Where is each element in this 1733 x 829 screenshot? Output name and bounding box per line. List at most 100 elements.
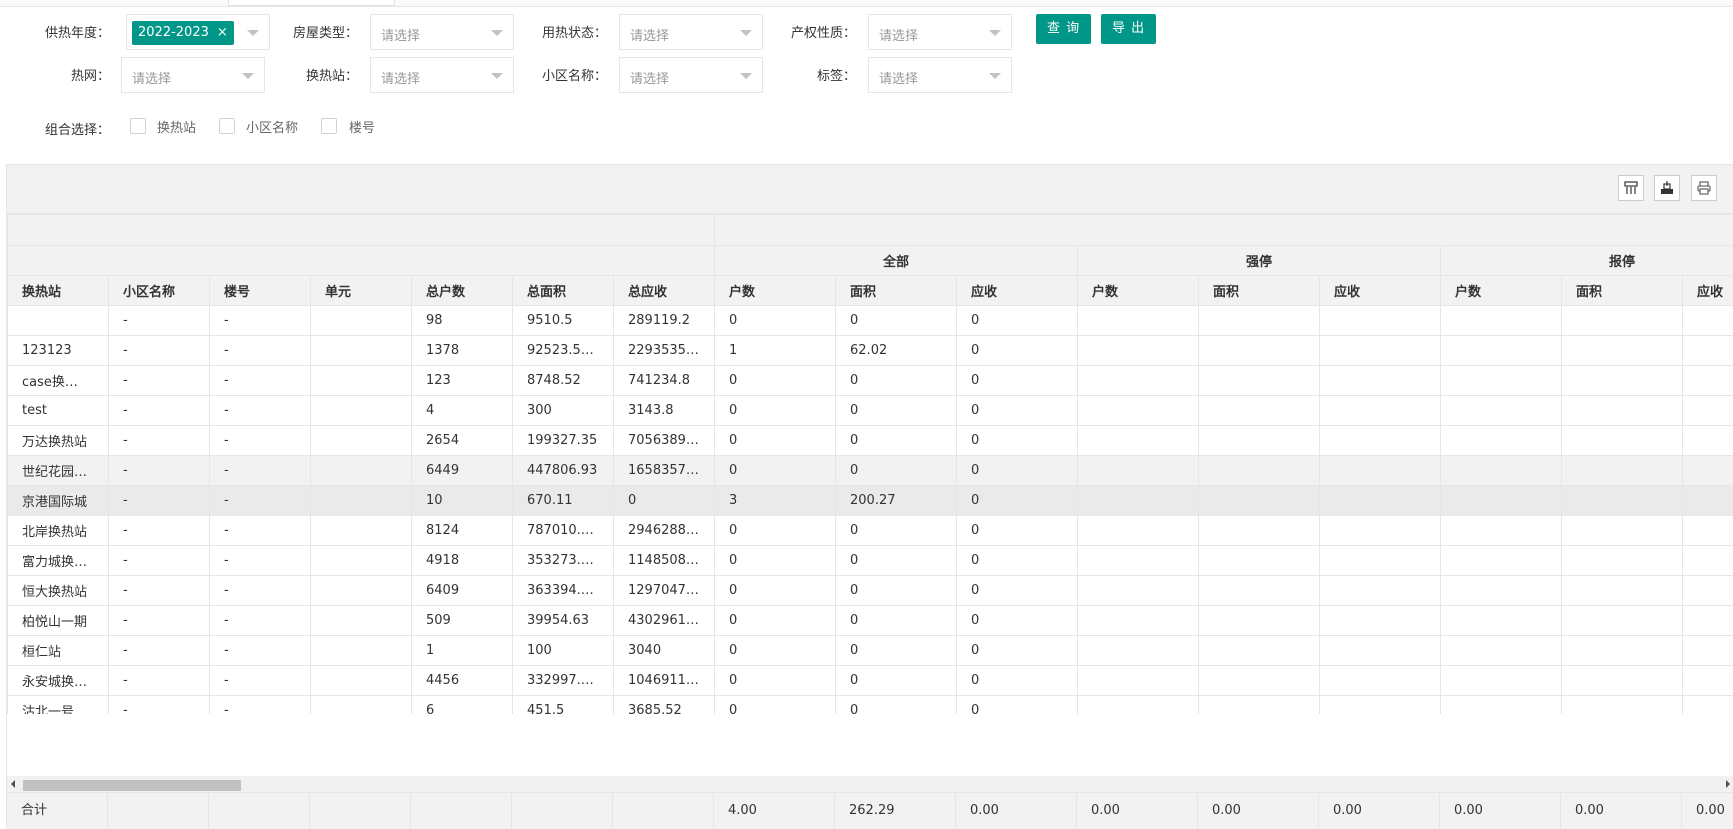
cell-empty xyxy=(1441,336,1562,366)
query-button[interactable]: 查 询 xyxy=(1036,14,1091,44)
cell-area: 300 xyxy=(513,396,614,426)
close-icon[interactable]: × xyxy=(217,25,228,40)
community-select[interactable]: 请选择 xyxy=(619,57,763,93)
cell-empty xyxy=(1562,546,1683,576)
totals-value: 4.00 xyxy=(714,793,835,829)
cell-empty xyxy=(1320,426,1441,456)
chevron-down-icon xyxy=(989,30,1001,36)
col-header-forced-area[interactable]: 面积 xyxy=(1199,276,1320,306)
totals-value: 0.00 xyxy=(1077,793,1198,829)
cell-empty xyxy=(1562,606,1683,636)
export-button[interactable]: 导 出 xyxy=(1101,14,1156,44)
table-row[interactable]: 世纪花园…--6449447806.931658357…000 xyxy=(8,456,1733,486)
cell-empty xyxy=(1199,396,1320,426)
cell-all-area: 0 xyxy=(836,546,957,576)
cell-station: 万达换热站 xyxy=(8,426,109,456)
table-row[interactable]: 富力城换…--4918353273.…1148508…000 xyxy=(8,546,1733,576)
heat-status-select[interactable]: 请选择 xyxy=(619,14,763,50)
table-row[interactable]: 沽北一号…--6451.53685.52000 xyxy=(8,696,1733,715)
cell-station: 柏悦山一期 xyxy=(8,606,109,636)
totals-value: 262.29 xyxy=(835,793,956,829)
table-viewport: 全部 强停 报停 换热站 小区名称 楼号 单元 总户数 总面积 总应收 户数 面… xyxy=(7,214,1733,714)
group-header-reported-stop: 报停 xyxy=(1441,246,1733,276)
cell-empty xyxy=(1320,636,1441,666)
scroll-right-icon[interactable] xyxy=(1726,780,1730,788)
cell-empty xyxy=(1562,456,1683,486)
combo-station-checkbox[interactable] xyxy=(130,118,146,134)
cell-empty xyxy=(1683,396,1733,426)
table-row[interactable]: 桓仁站--11003040000 xyxy=(8,636,1733,666)
col-header-reported-area[interactable]: 面积 xyxy=(1562,276,1683,306)
heat-network-select[interactable]: 请选择 xyxy=(121,57,265,93)
table-row[interactable]: test--43003143.8000 xyxy=(8,396,1733,426)
columns-filter-icon[interactable] xyxy=(1618,175,1644,201)
heat-status-label-text: 用热状态： xyxy=(542,26,607,41)
cell-unit xyxy=(311,366,412,396)
property-nature-label: 产权性质： xyxy=(746,22,856,41)
col-header-unit[interactable]: 单元 xyxy=(311,276,412,306)
horizontal-scrollbar[interactable] xyxy=(7,776,1733,792)
cell-empty xyxy=(1441,366,1562,396)
tag-select[interactable]: 请选择 xyxy=(868,57,1012,93)
col-header-community[interactable]: 小区名称 xyxy=(109,276,210,306)
col-header-area[interactable]: 总面积 xyxy=(513,276,614,306)
table-row[interactable]: 北岸换热站--8124787010.…2946288…000 xyxy=(8,516,1733,546)
cell-receivable: 3143.8 xyxy=(614,396,715,426)
table-row[interactable]: 永安城换…--4456332997.…1046911…000 xyxy=(8,666,1733,696)
cell-all-receivable: 0 xyxy=(957,486,1078,516)
cell-unit xyxy=(311,606,412,636)
combo-community-checkbox[interactable] xyxy=(219,118,235,134)
cell-all-households: 0 xyxy=(715,396,836,426)
cell-building: - xyxy=(210,636,311,666)
cell-community: - xyxy=(109,456,210,486)
table-row[interactable]: 柏悦山一期--50939954.634302961…000 xyxy=(8,606,1733,636)
property-nature-select[interactable]: 请选择 xyxy=(868,14,1012,50)
cell-receivable: 1148508… xyxy=(614,546,715,576)
cell-all-area: 0 xyxy=(836,366,957,396)
col-header-households[interactable]: 总户数 xyxy=(412,276,513,306)
cell-empty xyxy=(1562,336,1683,366)
cell-community: - xyxy=(109,486,210,516)
table-row[interactable]: case换…--1238748.52741234.8000 xyxy=(8,366,1733,396)
col-header-reported-receivable[interactable]: 应收 xyxy=(1683,276,1733,306)
cell-all-households: 0 xyxy=(715,366,836,396)
col-header-station[interactable]: 换热站 xyxy=(8,276,109,306)
table-row[interactable]: --989510.5289119.2000 xyxy=(8,306,1733,336)
cell-all-receivable: 0 xyxy=(957,636,1078,666)
print-icon[interactable] xyxy=(1691,175,1717,201)
combo-building-checkbox[interactable] xyxy=(321,118,337,134)
col-header-all-households[interactable]: 户数 xyxy=(715,276,836,306)
report-table: 全部 强停 报停 换热站 小区名称 楼号 单元 总户数 总面积 总应收 户数 面… xyxy=(7,214,1733,714)
col-header-forced-receivable[interactable]: 应收 xyxy=(1320,276,1441,306)
cell-area: 787010.… xyxy=(513,516,614,546)
table-row[interactable]: 京港国际城--10670.1103200.270 xyxy=(8,486,1733,516)
cell-building: - xyxy=(210,486,311,516)
column-header-row: 换热站 小区名称 楼号 单元 总户数 总面积 总应收 户数 面积 应收 户数 面… xyxy=(8,276,1733,306)
cell-receivable: 7056389… xyxy=(614,426,715,456)
export-icon[interactable] xyxy=(1654,175,1680,201)
col-header-receivable[interactable]: 总应收 xyxy=(614,276,715,306)
table-row[interactable]: 123123--137892523.5…2293535…162.020 xyxy=(8,336,1733,366)
house-type-select[interactable]: 请选择 xyxy=(370,14,514,50)
cell-station: 富力城换… xyxy=(8,546,109,576)
cell-all-households: 0 xyxy=(715,546,836,576)
cell-all-receivable: 0 xyxy=(957,696,1078,715)
table-row[interactable]: 万达换热站--2654199327.357056389…000 xyxy=(8,426,1733,456)
col-header-all-receivable[interactable]: 应收 xyxy=(957,276,1078,306)
cell-area: 447806.93 xyxy=(513,456,614,486)
col-header-forced-households[interactable]: 户数 xyxy=(1078,276,1199,306)
table-row[interactable]: 恒大换热站--6409363394.…1297047…000 xyxy=(8,576,1733,606)
cell-empty xyxy=(1562,636,1683,666)
header-spacer-cell xyxy=(8,215,715,246)
station-select[interactable]: 请选择 xyxy=(370,57,514,93)
cell-unit xyxy=(311,486,412,516)
scrollbar-thumb[interactable] xyxy=(23,780,241,791)
group-header-blank xyxy=(8,246,715,276)
scroll-left-icon[interactable] xyxy=(11,780,15,788)
col-header-reported-households[interactable]: 户数 xyxy=(1441,276,1562,306)
cell-receivable: 1658357… xyxy=(614,456,715,486)
col-header-all-area[interactable]: 面积 xyxy=(836,276,957,306)
combo-community-label: 小区名称 xyxy=(246,117,298,136)
cell-empty xyxy=(1683,426,1733,456)
col-header-building[interactable]: 楼号 xyxy=(210,276,311,306)
